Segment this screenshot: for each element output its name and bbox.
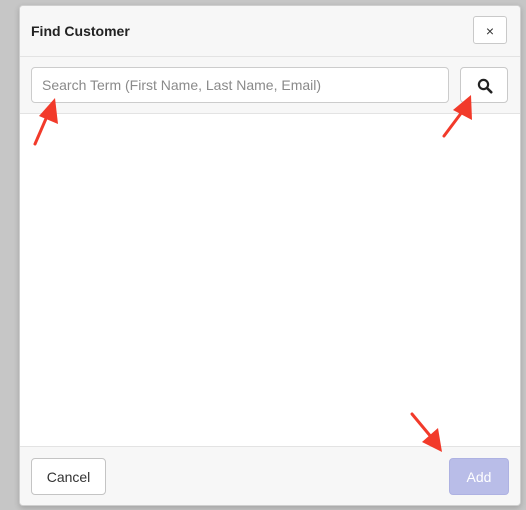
search-button[interactable] (460, 67, 508, 103)
search-icon (477, 78, 493, 94)
search-bar (20, 57, 520, 114)
results-area (20, 114, 520, 445)
dialog-header: Find Customer × (20, 6, 520, 57)
search-input[interactable] (31, 67, 449, 103)
dialog-title: Find Customer (31, 23, 130, 39)
add-button[interactable]: Add (449, 458, 509, 495)
find-customer-dialog: Find Customer × Cancel Add (19, 5, 521, 506)
dialog-footer: Cancel Add (20, 446, 520, 505)
cancel-button[interactable]: Cancel (31, 458, 106, 495)
close-button[interactable]: × (473, 16, 507, 44)
